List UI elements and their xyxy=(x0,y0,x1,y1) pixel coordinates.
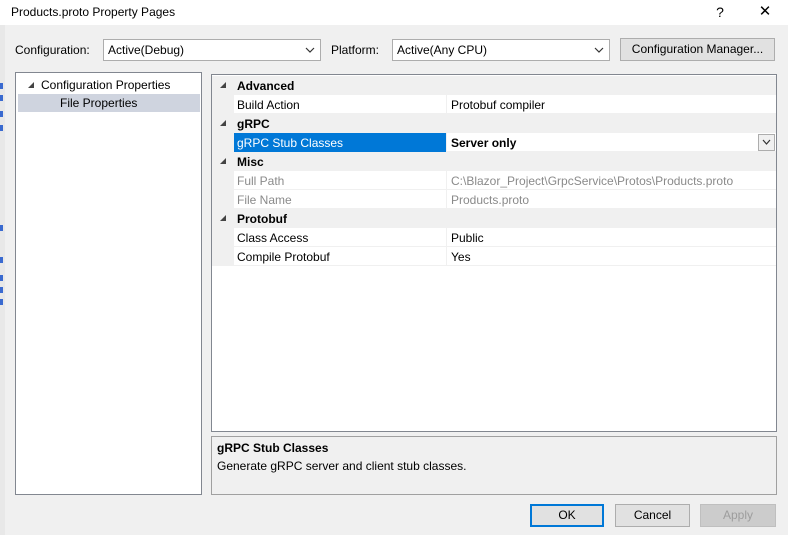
category-label: Misc xyxy=(237,155,264,169)
category-label: Advanced xyxy=(237,79,295,93)
description-pane: gRPC Stub Classes Generate gRPC server a… xyxy=(211,436,777,495)
property-value: Products.proto xyxy=(451,193,530,207)
property-row-compile-protobuf[interactable]: Compile Protobuf Yes xyxy=(212,247,776,266)
category-protobuf[interactable]: Protobuf xyxy=(212,209,776,228)
expanded-triangle-icon[interactable] xyxy=(27,81,35,89)
configuration-manager-button[interactable]: Configuration Manager... xyxy=(620,38,775,61)
category-label: gRPC xyxy=(237,117,270,131)
cancel-button[interactable]: Cancel xyxy=(615,504,690,527)
property-name: Compile Protobuf xyxy=(237,250,330,264)
property-row-full-path[interactable]: Full Path C:\Blazor_Project\GrpcService\… xyxy=(212,171,776,190)
property-value: Protobuf compiler xyxy=(451,98,546,112)
property-row-grpc-stub-classes[interactable]: gRPC Stub Classes Server only xyxy=(212,133,776,152)
property-pages-dialog: Products.proto Property Pages ? ✕ Config… xyxy=(0,0,788,535)
expanded-triangle-icon[interactable] xyxy=(219,157,227,165)
property-value[interactable]: Server only xyxy=(451,136,516,150)
help-button[interactable]: ? xyxy=(708,2,732,22)
configuration-label: Configuration: xyxy=(15,43,90,57)
expanded-triangle-icon[interactable] xyxy=(219,81,227,89)
platform-value: Active(Any CPU) xyxy=(397,43,488,57)
category-advanced[interactable]: Advanced xyxy=(212,76,776,95)
chevron-down-icon xyxy=(594,47,604,53)
property-name: gRPC Stub Classes xyxy=(237,136,344,150)
property-row-class-access[interactable]: Class Access Public xyxy=(212,228,776,247)
property-row-file-name[interactable]: File Name Products.proto xyxy=(212,190,776,209)
platform-dropdown[interactable]: Active(Any CPU) xyxy=(392,39,610,61)
property-value: C:\Blazor_Project\GrpcService\Protos\Pro… xyxy=(451,174,734,188)
configuration-value: Active(Debug) xyxy=(108,43,185,57)
chevron-down-icon xyxy=(762,139,771,145)
description-text: Generate gRPC server and client stub cla… xyxy=(217,459,467,473)
property-row-build-action[interactable]: Build Action Protobuf compiler xyxy=(212,95,776,114)
title-bar: Products.proto Property Pages ? ✕ xyxy=(0,0,788,25)
category-tree: Configuration Properties File Properties xyxy=(15,72,202,495)
property-value: Yes xyxy=(451,250,471,264)
ok-button[interactable]: OK xyxy=(530,504,604,527)
property-name: File Name xyxy=(237,193,292,207)
expanded-triangle-icon[interactable] xyxy=(219,119,227,127)
property-name: Class Access xyxy=(237,231,309,245)
tree-item-configuration-properties[interactable]: Configuration Properties xyxy=(24,77,199,94)
property-name: Build Action xyxy=(237,98,300,112)
tree-item-file-properties[interactable]: File Properties xyxy=(18,94,200,112)
tree-root-label: Configuration Properties xyxy=(41,78,171,92)
window-title: Products.proto Property Pages xyxy=(11,5,176,19)
apply-button[interactable]: Apply xyxy=(700,504,776,527)
category-misc[interactable]: Misc xyxy=(212,152,776,171)
property-value: Public xyxy=(451,231,484,245)
property-grid: Advanced Build Action Protobuf compiler … xyxy=(211,74,777,432)
property-name: Full Path xyxy=(237,174,285,188)
category-grpc[interactable]: gRPC xyxy=(212,114,776,133)
expanded-triangle-icon[interactable] xyxy=(219,214,227,222)
configuration-dropdown[interactable]: Active(Debug) xyxy=(103,39,321,61)
background-window-edge xyxy=(0,25,5,535)
tree-child-label: File Properties xyxy=(60,96,138,110)
value-dropdown-button[interactable] xyxy=(758,134,775,151)
category-label: Protobuf xyxy=(237,212,287,226)
close-button[interactable]: ✕ xyxy=(752,2,778,22)
chevron-down-icon xyxy=(305,47,315,53)
description-title: gRPC Stub Classes xyxy=(217,441,329,455)
platform-label: Platform: xyxy=(331,43,380,57)
